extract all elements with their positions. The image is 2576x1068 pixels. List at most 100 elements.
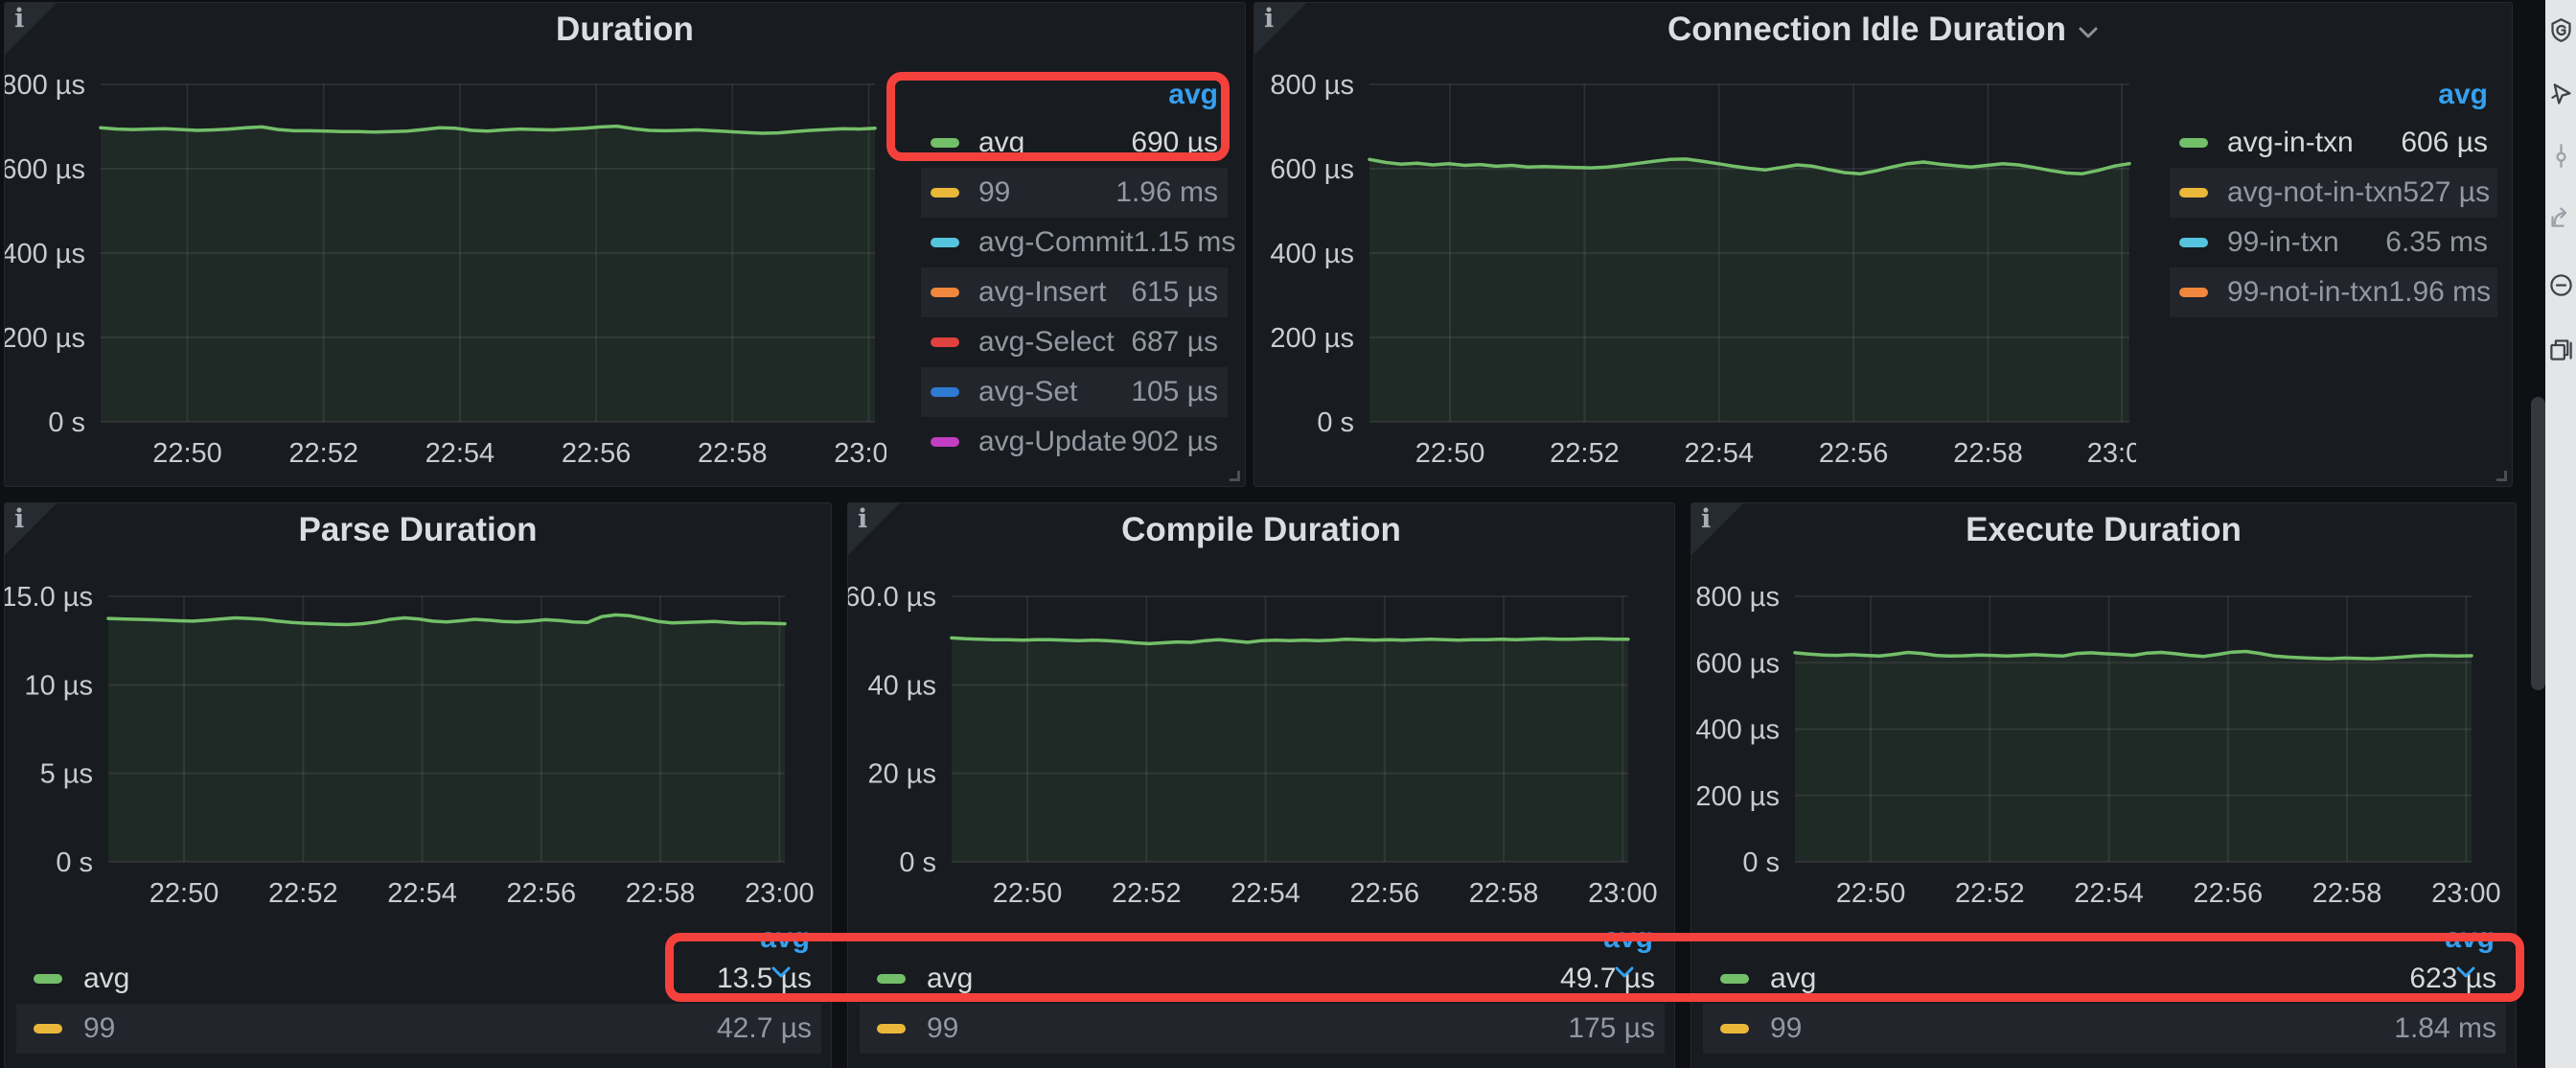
legend-row-avg-Set[interactable]: avg-Set 105 µs	[921, 367, 1228, 417]
copy-stack-icon[interactable]	[2548, 337, 2574, 362]
x-axis-tick-label: 22:50	[152, 438, 222, 469]
shield-logo-icon[interactable]	[2548, 17, 2574, 43]
legend-value: 1.84 ms	[2394, 1012, 2506, 1045]
x-axis-tick-label: 23:00	[2431, 878, 2501, 909]
x-axis-tick-label: 22:58	[1469, 878, 1539, 909]
legend-row-99[interactable]: 991.96 ms	[921, 168, 1228, 218]
y-axis-tick-label: 800 µs	[5, 70, 85, 101]
legend-label: avg-in-txn	[2227, 127, 2354, 159]
panel-title-parse[interactable]: Parse Duration	[5, 511, 831, 549]
timeseries-chart-parse[interactable]: 15.0 µs10 µs5 µs0 s22:5022:5222:5422:562…	[5, 503, 832, 916]
series-area-fill	[101, 127, 875, 422]
y-axis-tick-label: 0 s	[48, 407, 85, 438]
panel-resize-handle[interactable]	[2496, 471, 2507, 481]
x-axis-tick-label: 22:54	[426, 438, 495, 469]
series-color-swatch	[931, 437, 959, 447]
x-axis-tick-label: 22:56	[507, 878, 577, 909]
timeseries-chart-connection-idle[interactable]: 800 µs600 µs400 µs200 µs0 s22:5022:5222:…	[1254, 3, 2136, 482]
panel-title-duration[interactable]: Duration	[5, 11, 1245, 49]
legend-row-avg-Update[interactable]: avg-Update902 µs	[921, 417, 1228, 467]
series-color-swatch	[931, 188, 959, 197]
series-area-fill	[1369, 159, 2129, 422]
info-icon[interactable]: i	[14, 4, 24, 34]
legend-row-avg-Select[interactable]: avg-Select687 µs	[921, 317, 1228, 367]
x-axis-tick-label: 23:00	[2087, 438, 2136, 469]
x-axis-tick-label: 22:50	[1836, 878, 1906, 909]
y-axis-tick-label: 0 s	[899, 847, 936, 878]
y-axis-tick-label: 20 µs	[867, 759, 936, 790]
y-axis-tick-label: 200 µs	[1695, 781, 1780, 812]
x-axis-tick-label: 22:56	[2194, 878, 2264, 909]
series-color-swatch	[931, 337, 959, 347]
annotation-box-bottom-avg-row	[665, 933, 2524, 1002]
legend-value: 1.96 ms	[2388, 276, 2500, 309]
panel-title-compile[interactable]: Compile Duration	[848, 511, 1674, 549]
grafana-dashboard: i Duration 800 µs 600 µs 400 µs 200 µs 0 s 22…	[0, 0, 2576, 1068]
legend-value: 105 µs	[1131, 376, 1228, 408]
legend-row-99-in-txn[interactable]: 99-in-txn6.35 ms	[2170, 218, 2497, 267]
x-axis-tick-label: 22:54	[387, 878, 457, 909]
legend-label: 99	[83, 1012, 115, 1045]
x-axis-tick-label: 22:56	[562, 438, 632, 469]
y-axis-tick-label: 200 µs	[1270, 323, 1354, 354]
panel-info-corner	[1691, 503, 1743, 555]
minus-circle-icon[interactable]	[2548, 272, 2574, 298]
legend-row-avg-not-in-txn[interactable]: avg-not-in-txn527 µs	[2170, 168, 2497, 218]
x-axis-tick-label: 22:52	[288, 438, 358, 469]
y-axis-tick-label: 400 µs	[1695, 715, 1780, 746]
panel-title-connection-idle[interactable]: Connection Idle Duration	[1254, 11, 2512, 49]
legend-row-avg-Insert[interactable]: avg-Insert615 µs	[921, 267, 1228, 317]
legend-row-99-not-in-txn[interactable]: 99-not-in-txn1.96 ms	[2170, 267, 2497, 317]
legend-sort-header[interactable]: avg	[2170, 72, 2497, 118]
legend-value: 175 µs	[1568, 1012, 1665, 1045]
slider-pin-icon[interactable]	[2548, 143, 2574, 169]
legend-label: avg-Update	[978, 426, 1127, 458]
y-axis-tick-label: 600 µs	[1695, 648, 1780, 679]
legend-label: 99	[927, 1012, 958, 1045]
x-axis-tick-label: 22:54	[1230, 878, 1300, 909]
series-area-fill	[952, 638, 1628, 862]
info-icon[interactable]: i	[1264, 4, 1274, 34]
y-axis-tick-label: 800 µs	[1695, 582, 1780, 613]
panel-resize-handle[interactable]	[1230, 471, 1240, 481]
legend-label: avg-Set	[978, 376, 1077, 408]
legend-row-99[interactable]: 99 175 µs	[860, 1004, 1665, 1054]
legend-label: avg-not-in-txn	[2227, 176, 2403, 209]
scrollbar-thumb[interactable]	[2531, 397, 2545, 690]
info-icon[interactable]: i	[858, 504, 867, 534]
y-axis-tick-label: 15.0 µs	[5, 582, 93, 613]
legend-value: 527 µs	[2403, 176, 2499, 209]
legend-label: 99-in-txn	[2227, 226, 2339, 259]
y-axis-tick-label: 600 µs	[5, 154, 85, 185]
panel-info-corner	[5, 3, 57, 55]
info-icon[interactable]: i	[14, 504, 24, 534]
timeseries-chart-compile[interactable]: 60.0 µs40 µs20 µs0 s22:5022:5222:5422:56…	[848, 503, 1675, 916]
series-color-swatch	[34, 1024, 62, 1033]
share-arrow-icon[interactable]	[2548, 203, 2574, 229]
cursor-icon[interactable]	[2548, 81, 2574, 107]
y-axis-tick-label: 400 µs	[1270, 239, 1354, 269]
legend-label: avg-Insert	[978, 276, 1106, 309]
legend-row-avg-in-txn[interactable]: avg-in-txn 606 µs	[2170, 118, 2497, 168]
series-color-swatch	[931, 288, 959, 297]
legend-row-99[interactable]: 99 42.7 µs	[16, 1004, 821, 1054]
legend-value: 42.7 µs	[717, 1012, 821, 1045]
series-color-swatch	[34, 974, 62, 984]
info-icon[interactable]: i	[1701, 504, 1711, 534]
timeseries-chart-duration[interactable]: 800 µs600 µs400 µs200 µs0 s22:5022:5222:…	[5, 3, 886, 482]
x-axis-tick-label: 22:50	[150, 878, 219, 909]
x-axis-tick-label: 22:54	[2074, 878, 2144, 909]
panel-title-execute[interactable]: Execute Duration	[1691, 511, 2516, 549]
legend-row-99[interactable]: 991.84 ms	[1703, 1004, 2506, 1054]
x-axis-tick-label: 22:50	[993, 878, 1063, 909]
y-axis-tick-label: 5 µs	[40, 759, 93, 790]
y-axis-tick-label: 0 s	[1742, 847, 1780, 878]
series-color-swatch	[2179, 188, 2208, 197]
series-color-swatch	[1720, 1024, 1749, 1033]
x-axis-tick-label: 23:00	[745, 878, 815, 909]
x-axis-tick-label: 22:56	[1819, 438, 1889, 469]
timeseries-chart-execute[interactable]: 800 µs600 µs400 µs200 µs0 s22:5022:5222:…	[1691, 503, 2517, 916]
legend-row-avg-Commit[interactable]: avg-Commit1.15 ms	[921, 218, 1228, 267]
legend-value: 1.15 ms	[1134, 226, 1246, 259]
legend-value: 606 µs	[2401, 127, 2497, 159]
